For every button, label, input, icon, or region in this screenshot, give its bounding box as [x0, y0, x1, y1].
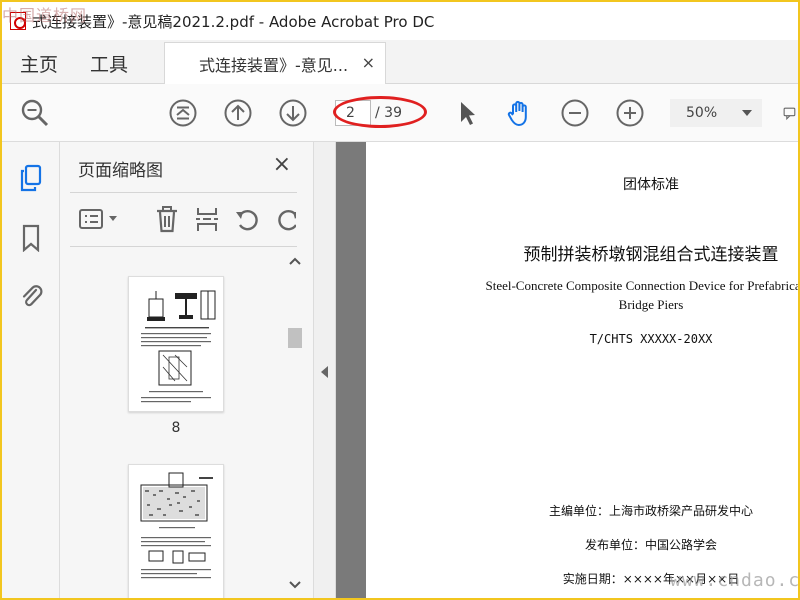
- document-title-en: Steel-Concrete Composite Connection Devi…: [466, 276, 798, 314]
- page-thumbnail[interactable]: [128, 276, 224, 412]
- panel-title: 页面缩略图: [78, 161, 163, 181]
- window-title: 式连接装置》-意见稿2021.2.pdf - Adobe Acrobat Pro…: [32, 12, 435, 31]
- panel-divider: [70, 246, 297, 247]
- previous-page-icon[interactable]: [223, 98, 253, 128]
- zoom-select[interactable]: 50%: [670, 99, 762, 127]
- bookmark-icon[interactable]: [18, 224, 44, 253]
- extract-pages-icon[interactable]: [192, 204, 222, 234]
- left-rail: [2, 142, 60, 598]
- title-bar: 式连接装置》-意见稿2021.2.pdf - Adobe Acrobat Pro…: [2, 2, 798, 40]
- thumbnail-page-label: 8: [171, 420, 181, 436]
- comment-icon[interactable]: [782, 98, 798, 128]
- zoom-value: 50%: [686, 105, 718, 121]
- document-code: T/CHTS XXXXX-20XX: [589, 332, 713, 346]
- tab-bar: 主页 工具 式连接装置》-意见... ×: [2, 40, 798, 84]
- tab-document[interactable]: 式连接装置》-意见... ×: [164, 42, 386, 84]
- rotate-clockwise-icon[interactable]: [274, 204, 296, 234]
- chevron-down-icon: [742, 110, 752, 116]
- first-page-icon[interactable]: [168, 98, 198, 128]
- tab-tools[interactable]: 工具: [90, 50, 128, 77]
- close-tab-icon[interactable]: ×: [362, 53, 375, 72]
- document-page: 团体标准 预制拼装桥墩钢混组合式连接装置 Steel-Concrete Comp…: [366, 142, 798, 598]
- thumbnail-list: 8: [60, 252, 288, 598]
- scrollbar-thumb[interactable]: [288, 328, 302, 348]
- thumbnail-options-icon[interactable]: [78, 204, 122, 234]
- panel-toolbar: [78, 202, 299, 236]
- close-panel-icon[interactable]: ×: [273, 152, 291, 177]
- document-type: 团体标准: [623, 177, 679, 193]
- attachment-icon[interactable]: [18, 280, 44, 308]
- main-toolbar: 2 / 39 50%: [2, 84, 798, 142]
- editor-unit: 主编单位：上海市政桥梁产品研发中心: [548, 504, 753, 518]
- thumbnails-panel: 页面缩略图 × 8: [60, 142, 314, 598]
- collapse-arrow-icon[interactable]: [321, 366, 328, 378]
- scroll-down-icon[interactable]: [289, 580, 301, 593]
- tab-document-label: 式连接装置》-意见...: [199, 55, 349, 75]
- red-annotation-oval: [333, 96, 427, 128]
- next-page-icon[interactable]: [278, 98, 308, 128]
- document-background: [336, 142, 366, 598]
- thumbnail-scrollbar[interactable]: [288, 252, 302, 598]
- tab-home[interactable]: 主页: [20, 50, 58, 77]
- select-cursor-icon[interactable]: [452, 98, 482, 128]
- watermark-top: 中国道桥网: [2, 6, 88, 25]
- delete-icon[interactable]: [152, 204, 182, 234]
- collapse-panel-strip[interactable]: [314, 142, 336, 598]
- scroll-up-icon[interactable]: [289, 256, 301, 269]
- hand-tool-icon[interactable]: [505, 98, 535, 128]
- rotate-counterclockwise-icon[interactable]: [232, 204, 262, 234]
- title-en-line1: Steel-Concrete Composite Connection Devi…: [485, 278, 798, 293]
- zoom-out-icon[interactable]: [560, 98, 590, 128]
- panel-divider: [70, 192, 297, 193]
- publisher-unit: 发布单位：中国公路学会: [584, 538, 717, 552]
- title-en-line2: Bridge Piers: [618, 297, 684, 312]
- watermark-bottom: www.cndao.com: [670, 570, 800, 591]
- page-thumbnails-icon[interactable]: [18, 164, 44, 192]
- zoom-search-icon[interactable]: [20, 98, 50, 128]
- zoom-in-icon[interactable]: [615, 98, 645, 128]
- document-title-cn: 预制拼装桥墩钢混组合式连接装置: [523, 245, 779, 265]
- page-thumbnail[interactable]: [128, 464, 224, 598]
